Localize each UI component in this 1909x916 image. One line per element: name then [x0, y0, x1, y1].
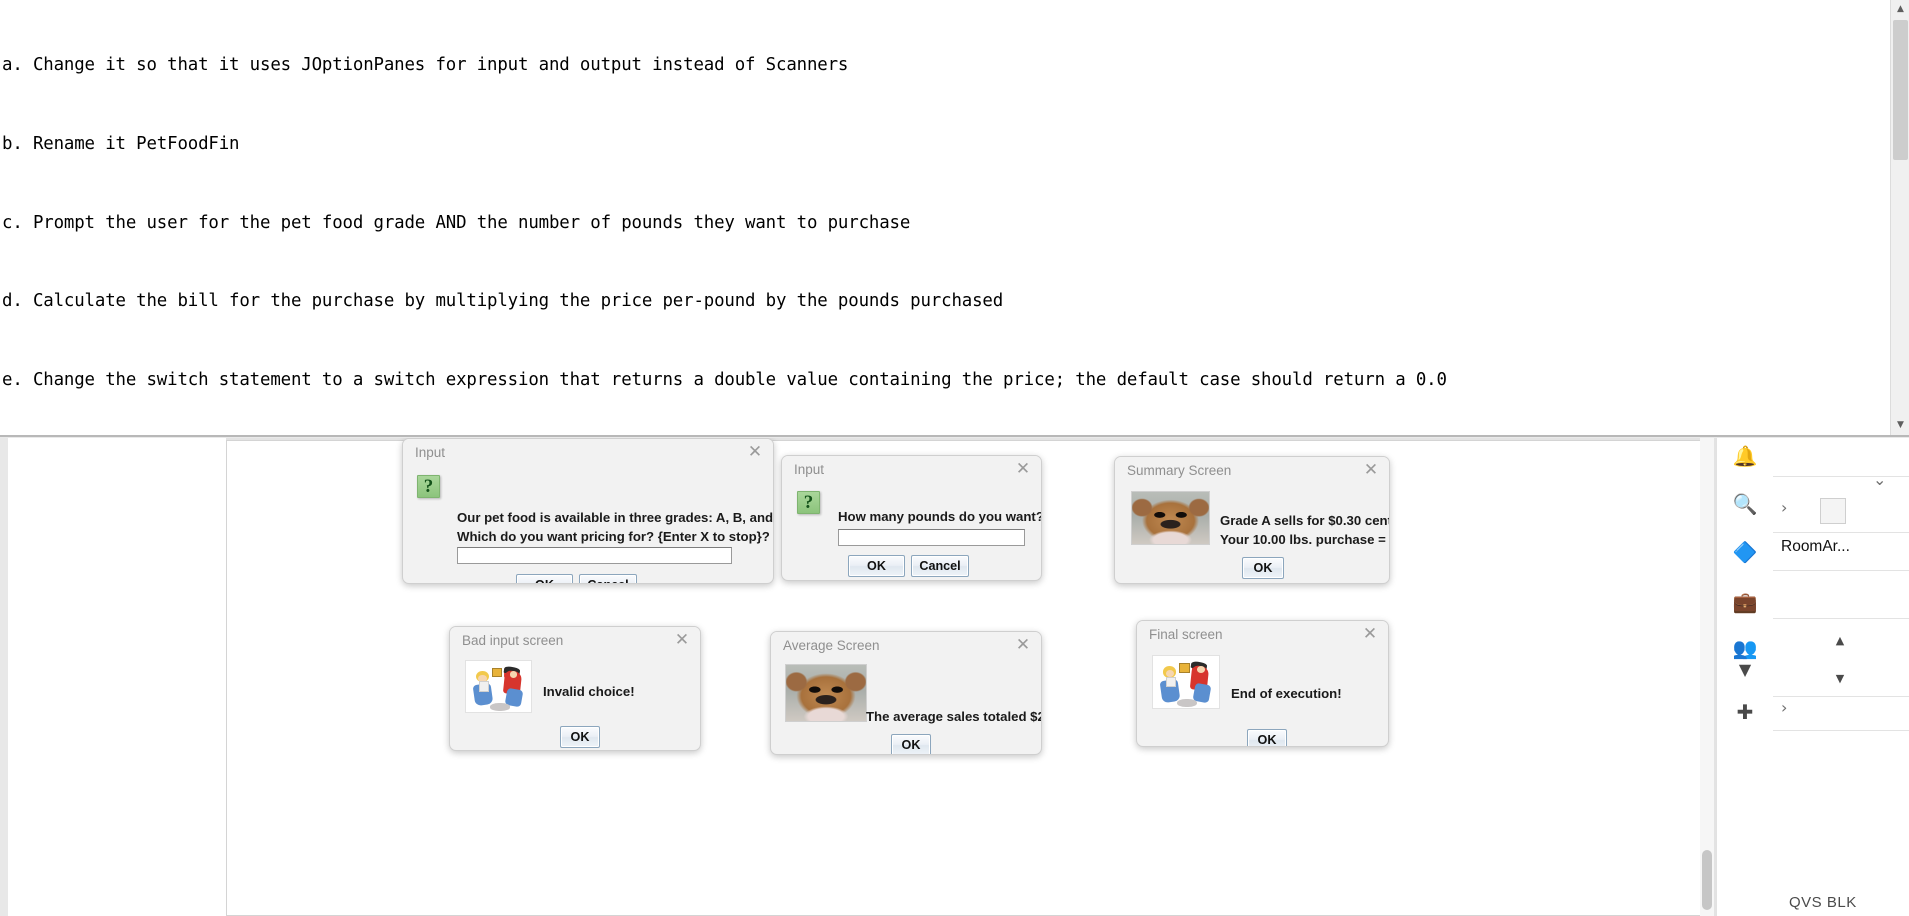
chevron-down-icon[interactable]: ▼	[1727, 652, 1763, 688]
color-swatch[interactable]	[1820, 498, 1846, 524]
dialog-message-line: Our pet food is available in three grade…	[457, 510, 774, 525]
cartoon-apron	[479, 681, 489, 692]
dialog-bad-input-screen[interactable]: Bad input screen ✕ Invalid choice! OK	[449, 626, 701, 751]
dialog-title-bar: Summary Screen ✕	[1115, 457, 1389, 485]
dialog-message-line: End of execution!	[1231, 686, 1342, 701]
stepper-up-icon[interactable]: ▲	[1829, 630, 1851, 652]
dialog-message: End of execution!	[1231, 684, 1342, 703]
search-icon[interactable]: 🔍	[1727, 486, 1763, 522]
dialog-message: Our pet food is available in three grade…	[457, 508, 774, 546]
dialog-title: Input	[794, 462, 825, 477]
left-gutter	[0, 438, 226, 916]
question-icon	[797, 491, 820, 514]
ok-button[interactable]: OK	[1242, 557, 1284, 579]
close-icon[interactable]: ✕	[1014, 636, 1032, 654]
panel-divider	[1773, 696, 1909, 697]
cartoon-stool	[490, 702, 510, 711]
dialog-message: Grade A sells for $0.30 cents per lb You…	[1220, 511, 1389, 549]
cartoon-face-right	[509, 671, 518, 678]
diamond-icon[interactable]: 🔷	[1727, 534, 1763, 570]
scroll-up-arrow[interactable]: ▲	[1891, 0, 1909, 19]
cartoon-flag	[1179, 663, 1190, 673]
far-right-panel: ⌄ › RoomAr... ▲ ▼ › QVS BLK	[1773, 438, 1909, 916]
dialog-title-bar: Input ✕	[403, 439, 773, 467]
assignment-line: d. Calculate the bill for the purchase b…	[2, 291, 1004, 312]
dialog-summary-screen[interactable]: Summary Screen ✕ Grade A sells for $0.30…	[1114, 456, 1390, 584]
panel-divider	[1773, 570, 1909, 571]
dialog-title: Summary Screen	[1127, 463, 1232, 478]
dialog-input-pounds[interactable]: Input ✕ How many pounds do you want? OK …	[781, 455, 1042, 581]
assignment-line: c. Prompt the user for the pet food grad…	[2, 212, 911, 233]
document-scroll-track[interactable]	[1700, 438, 1714, 916]
dialog-message-line: How many pounds do you want?	[838, 509, 1042, 524]
close-icon[interactable]: ✕	[1361, 625, 1379, 643]
dialog-title-bar: Input ✕	[782, 456, 1041, 484]
ok-button[interactable]: OK	[1247, 729, 1287, 746]
cartoon-apron	[1166, 676, 1177, 688]
assignment-line: b. Rename it PetFoodFin	[2, 134, 240, 154]
ok-button[interactable]: OK	[891, 734, 931, 754]
close-icon[interactable]: ✕	[673, 631, 691, 649]
dialog-title: Input	[415, 445, 446, 460]
dialog-title-bar: Average Screen ✕	[771, 632, 1041, 660]
dialog-message: How many pounds do you want?	[838, 507, 1042, 526]
cancel-button[interactable]: Cancel	[579, 574, 637, 583]
dialog-message-line: Which do you want pricing for? {Enter X …	[457, 529, 770, 544]
dialog-message-line: Invalid choice!	[543, 684, 635, 699]
dialog-title: Final screen	[1149, 627, 1223, 642]
dialog-title: Bad input screen	[462, 633, 564, 648]
cancel-button[interactable]: Cancel	[911, 555, 969, 577]
room-label[interactable]: RoomAr...	[1781, 538, 1850, 556]
cartoon-stool	[1177, 698, 1198, 707]
text-pane-scrollbar[interactable]: ▲ ▼	[1890, 0, 1909, 435]
dialog-title: Average Screen	[783, 638, 880, 653]
dialog-message-line: Grade A sells for $0.30 cents per lb	[1220, 513, 1389, 528]
dialog-input-grade[interactable]: Input ✕ Our pet food is available in thr…	[402, 438, 774, 584]
panel-divider	[1773, 618, 1909, 619]
close-icon[interactable]: ✕	[1014, 460, 1032, 478]
cartoon-image-icon	[465, 660, 532, 713]
ok-button[interactable]: OK	[560, 726, 600, 748]
panel-divider	[1773, 476, 1909, 477]
puppy-photo-icon	[1131, 491, 1210, 545]
qvs-blk-label: QVS BLK	[1789, 894, 1857, 911]
dialog-message: The average sales totaled $2.17	[866, 707, 1041, 726]
cartoon-image-icon	[1152, 655, 1220, 709]
left-gutter-shade	[0, 438, 8, 916]
chevron-right-icon[interactable]: ›	[1781, 498, 1787, 517]
chevron-right-icon-2[interactable]: ›	[1781, 698, 1787, 717]
document-canvas: Input ✕ Our pet food is available in thr…	[0, 438, 1909, 916]
cartoon-flag	[492, 668, 503, 678]
document-scroll-thumb[interactable]	[1702, 850, 1712, 910]
close-icon[interactable]: ✕	[1362, 461, 1380, 479]
scrollbar-thumb[interactable]	[1893, 20, 1908, 160]
pounds-input[interactable]	[838, 529, 1025, 546]
bell-icon[interactable]: 🔔	[1727, 438, 1763, 474]
assignment-line: a. Change it so that it uses JOptionPane…	[2, 55, 849, 76]
briefcase-icon[interactable]: 💼	[1727, 584, 1763, 620]
dialog-message-line: Your 10.00 lbs. purchase = $3.00	[1220, 532, 1389, 547]
dialog-average-screen[interactable]: Average Screen ✕ The average sales total…	[770, 631, 1042, 755]
dialog-message-line: The average sales totaled $2.17	[866, 709, 1041, 724]
scroll-down-arrow[interactable]: ▼	[1891, 416, 1909, 435]
dialog-title-bar: Bad input screen ✕	[450, 627, 700, 655]
close-icon[interactable]: ✕	[746, 443, 764, 461]
panel-divider	[1773, 730, 1909, 731]
dialog-title-bar: Final screen ✕	[1137, 621, 1388, 649]
grade-input[interactable]	[457, 547, 732, 564]
right-icon-rail: 🔔 🔍 🔷 💼 👥 ▼ ✚	[1716, 438, 1773, 916]
ok-button[interactable]: OK	[516, 574, 573, 583]
assignment-line: e. Change the switch statement to a swit…	[2, 369, 1447, 390]
dialog-final-screen[interactable]: Final screen ✕ End of execution! OK	[1136, 620, 1389, 747]
panel-divider	[1773, 532, 1909, 533]
plus-icon[interactable]: ✚	[1727, 694, 1763, 730]
screen-root: a. Change it so that it uses JOptionPane…	[0, 0, 1909, 916]
dialog-message: Invalid choice!	[543, 682, 635, 701]
puppy-photo-icon	[785, 664, 867, 722]
ok-button[interactable]: OK	[848, 555, 905, 577]
question-icon	[417, 475, 440, 498]
stepper-down-icon[interactable]: ▼	[1829, 668, 1851, 690]
chevron-collapse-icon[interactable]: ⌄	[1873, 470, 1886, 489]
